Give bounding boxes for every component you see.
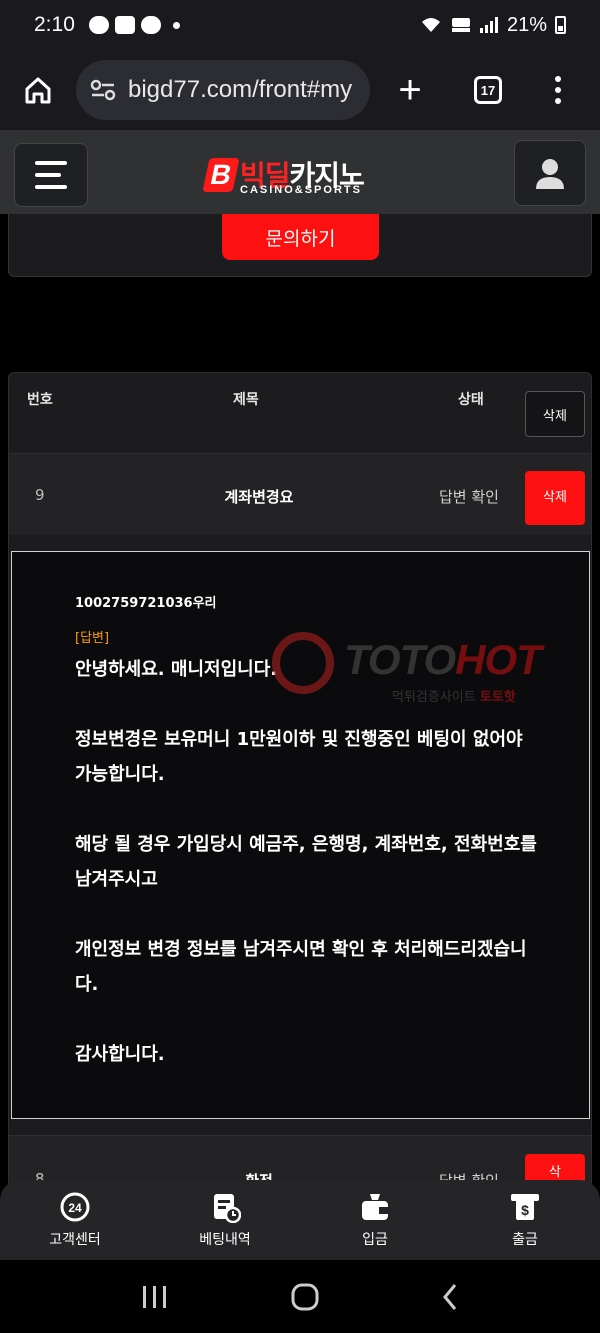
- logo-mark: B: [202, 158, 240, 192]
- logo-subtitle: CASINO&SPORTS: [240, 184, 362, 196]
- user-icon: [536, 159, 564, 189]
- home-icon: [25, 77, 51, 104]
- hamburger-menu-button[interactable]: [14, 143, 88, 207]
- answer-box: 1002759721036우리 [답변] 안녕하세요. 매니저입니다. 정보변경…: [11, 551, 590, 1119]
- table-header: 번호 제목 상태 삭제: [9, 373, 591, 453]
- system-navigation-bar: [0, 1260, 600, 1333]
- account-line: 1002759721036우리: [75, 596, 217, 611]
- nav-customer-center[interactable]: 24 고객센터: [0, 1180, 150, 1260]
- nav-label: 입금: [362, 1232, 388, 1248]
- chat-icon: [88, 16, 109, 34]
- clock: 2:10: [34, 13, 75, 36]
- browser-menu-button[interactable]: [526, 76, 590, 104]
- url-text: bigd77.com/front#my: [128, 76, 353, 103]
- header-title: 제목: [233, 392, 259, 408]
- nav-deposit[interactable]: 입금: [300, 1180, 450, 1260]
- row-delete-button[interactable]: 삭제: [525, 471, 585, 525]
- site-logo[interactable]: B 빅딜카지노 CASINO&SPORTS: [202, 154, 398, 202]
- nav-betting-history[interactable]: 베팅내역: [150, 1180, 300, 1260]
- answer-tag: [답변]: [75, 631, 110, 646]
- bottom-navigation: 24 고객센터 베팅내역 입금 $ 출금: [0, 1180, 600, 1260]
- wifi-icon: [421, 18, 440, 32]
- user-button[interactable]: [514, 140, 586, 206]
- wallet-icon: [362, 1194, 388, 1220]
- battery-percent: 21%: [506, 13, 547, 36]
- header-status: 상태: [458, 392, 484, 408]
- site-settings-icon[interactable]: [90, 79, 122, 101]
- nav-label: 고객센터: [49, 1232, 101, 1248]
- betting-history-icon: [214, 1194, 241, 1223]
- new-tab-button[interactable]: +: [370, 68, 450, 113]
- home-button[interactable]: [0, 50, 76, 130]
- svg-text:24: 24: [68, 1201, 82, 1215]
- battery-icon: [555, 16, 566, 34]
- inquiry-table: 번호 제목 상태 삭제 9 계좌변경요 답변 확인 삭제 10027597210…: [8, 372, 592, 1272]
- header-no: 번호: [27, 392, 53, 408]
- tab-switcher-button[interactable]: 17: [450, 76, 526, 104]
- answer-body: 안녕하세요. 매니저입니다. 정보변경은 보유머니 1만원이하 및 진행중인 베…: [75, 659, 537, 1065]
- row-title[interactable]: 계좌변경요: [199, 486, 319, 507]
- nav-label: 출금: [512, 1232, 538, 1248]
- back-icon[interactable]: [440, 1282, 460, 1312]
- inquiry-button[interactable]: 문의하기: [222, 214, 379, 260]
- inquiry-panel: 문의하기: [8, 214, 592, 277]
- nav-label: 베팅내역: [199, 1232, 251, 1248]
- home-nav-icon[interactable]: [290, 1282, 320, 1312]
- site-header: B 빅딜카지노 CASINO&SPORTS: [0, 130, 600, 214]
- plus-icon: +: [398, 67, 422, 112]
- table-row[interactable]: 9 계좌변경요 답변 확인 삭제: [9, 453, 591, 535]
- row-status: 답변 확인: [439, 488, 499, 506]
- signal-icon: [479, 17, 498, 33]
- recent-apps-icon[interactable]: [140, 1284, 170, 1310]
- messages-icon: [140, 16, 161, 34]
- status-bar: 2:10 21%: [0, 0, 600, 50]
- address-bar[interactable]: bigd77.com/front#my: [76, 60, 370, 120]
- voicemail-icon: [114, 16, 135, 34]
- tab-count: 17: [474, 76, 502, 104]
- delete-all-button[interactable]: 삭제: [525, 391, 585, 437]
- cash-out-icon: $: [511, 1194, 539, 1220]
- nav-withdraw[interactable]: $ 출금: [450, 1180, 600, 1260]
- hd-voice-icon: [451, 18, 470, 32]
- more-notifications-icon: [172, 21, 180, 29]
- notification-icons: [88, 16, 180, 34]
- row-no: 9: [35, 486, 45, 504]
- headset-24-icon: 24: [60, 1192, 90, 1222]
- svg-text:$: $: [521, 1202, 529, 1218]
- browser-toolbar: bigd77.com/front#my + 17: [0, 50, 600, 130]
